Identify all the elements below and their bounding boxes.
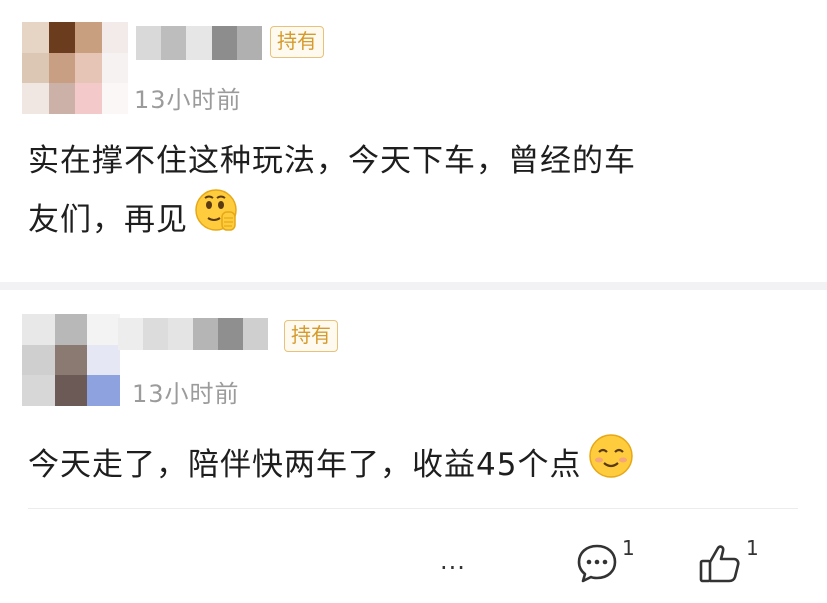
section-divider: [0, 282, 827, 290]
footer-divider: [28, 508, 798, 509]
comment-text-line-2: 友们，再见: [28, 201, 188, 238]
comment-button[interactable]: 1: [574, 536, 635, 590]
more-button[interactable]: ···: [440, 554, 466, 582]
comment-count: 1: [622, 536, 635, 560]
avatar[interactable]: [22, 314, 120, 406]
comment-text: 实在撑不住这种玩法，今天下车，曾经的车 友们，再见: [28, 134, 808, 251]
timestamp: 13小时前: [134, 86, 242, 114]
holding-badge: 持有: [284, 320, 338, 352]
username-blurred[interactable]: [118, 318, 268, 350]
salute-face-emoji-icon: [194, 188, 240, 251]
comment-icon: [574, 540, 620, 590]
comment-text-line-1: 今天走了，陪伴快两年了，收益45个点: [28, 446, 582, 483]
like-count: 1: [746, 536, 759, 560]
timestamp: 13小时前: [132, 380, 240, 408]
like-button[interactable]: 1: [696, 536, 759, 592]
comment-text-line-1: 实在撑不住这种玩法，今天下车，曾经的车: [28, 143, 636, 179]
username-blurred[interactable]: [136, 26, 262, 60]
smiling-face-emoji-icon: [587, 432, 635, 497]
comment-card-1: 持有 13小时前 实在撑不住这种玩法，今天下车，曾经的车 友们，再见: [0, 0, 827, 282]
more-icon: ···: [440, 554, 466, 582]
avatar[interactable]: [22, 22, 128, 114]
comment-text: 今天走了，陪伴快两年了，收益45个点: [28, 432, 808, 497]
thumbs-up-icon: [696, 540, 744, 592]
holding-badge: 持有: [270, 26, 324, 58]
